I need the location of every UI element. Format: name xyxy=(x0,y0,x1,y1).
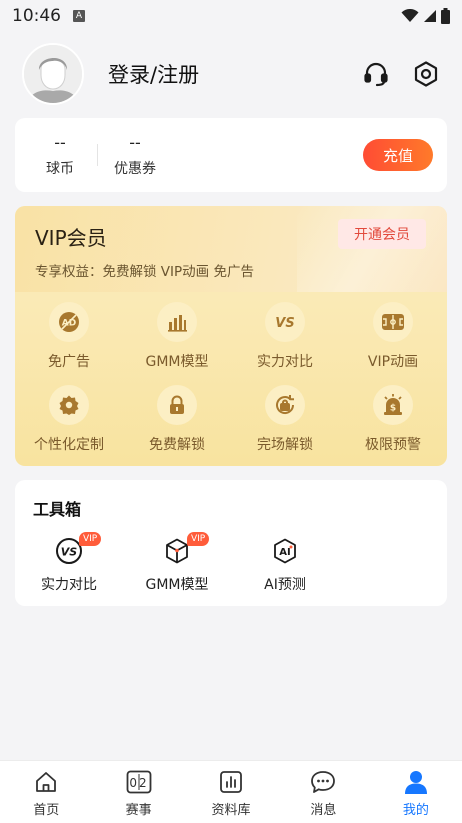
perk-strength-compare[interactable]: VS 实力对比 xyxy=(231,302,339,371)
ai-icon: AI xyxy=(270,536,300,566)
vip-badge: VIP xyxy=(79,532,102,546)
database-icon xyxy=(218,769,244,795)
tool-label: GMM模型 xyxy=(145,577,209,593)
coins-label: 球币 xyxy=(46,161,74,177)
coupon-value: -- xyxy=(129,133,141,152)
coins-value: -- xyxy=(54,133,66,152)
vip-card: VIP会员 专享权益：免费解锁 VIP动画 免广告 开通会员 AD 免广告 GM… xyxy=(15,206,447,466)
field-icon xyxy=(373,302,413,342)
status-icons xyxy=(401,8,450,24)
notification-icon: A xyxy=(73,10,85,22)
no-ad-icon: AD xyxy=(49,302,89,342)
svg-text:AI: AI xyxy=(279,547,290,558)
bottom-tab-bar: 首页 02 赛事 资料库 消息 我的 xyxy=(0,760,462,823)
wifi-icon xyxy=(401,9,419,22)
perk-label: 个性化定制 xyxy=(34,437,104,453)
perk-no-ads[interactable]: AD 免广告 xyxy=(15,302,123,371)
score-icon: 02 xyxy=(126,769,152,795)
chart-icon xyxy=(157,302,197,342)
unlock-rotate-icon xyxy=(265,385,305,425)
toolbox-card: 工具箱 VS VIP 实力对比 VIP GMM模型 AI AI预测 xyxy=(15,480,447,606)
coupon-label: 优惠券 xyxy=(114,161,156,177)
login-register-link[interactable]: 登录/注册 xyxy=(108,59,199,89)
perk-free-unlock[interactable]: 免费解锁 xyxy=(123,385,231,454)
tab-database[interactable]: 资料库 xyxy=(185,761,277,823)
tool-label: 实力对比 xyxy=(41,577,97,593)
recharge-button[interactable]: 充值 xyxy=(363,139,433,171)
settings-icon[interactable] xyxy=(412,60,440,88)
tab-label: 首页 xyxy=(33,803,60,818)
perk-customization[interactable]: 个性化定制 xyxy=(15,385,123,454)
perk-label: 极限预警 xyxy=(365,437,421,453)
alarm-icon: $ xyxy=(373,385,413,425)
tool-gmm-model[interactable]: VIP GMM模型 xyxy=(123,532,231,594)
perk-label: 免广告 xyxy=(48,354,90,370)
coupon-stat[interactable]: -- 优惠券 xyxy=(114,132,156,178)
svg-text:VS: VS xyxy=(275,316,294,331)
perk-vip-animation[interactable]: VIP动画 xyxy=(339,302,447,371)
user-icon xyxy=(403,769,429,795)
tool-label: AI预测 xyxy=(264,577,306,593)
tab-home[interactable]: 首页 xyxy=(0,761,92,823)
perk-gmm-model[interactable]: GMM模型 xyxy=(123,302,231,371)
vip-perks: AD 免广告 GMM模型 VS 实力对比 VIP动画 个性化定制 免费解锁 完场… xyxy=(15,302,447,454)
tab-matches[interactable]: 02 赛事 xyxy=(92,761,184,823)
tool-strength-compare[interactable]: VS VIP 实力对比 xyxy=(15,532,123,594)
coins-stat[interactable]: -- 球币 xyxy=(39,132,81,178)
perk-finish-unlock[interactable]: 完场解锁 xyxy=(231,385,339,454)
open-vip-button[interactable]: 开通会员 xyxy=(338,219,426,249)
home-icon xyxy=(33,769,59,795)
status-time: 10:46 xyxy=(12,6,61,26)
headset-icon[interactable] xyxy=(362,60,390,88)
divider xyxy=(97,144,98,166)
tool-ai-prediction[interactable]: AI AI预测 xyxy=(231,536,339,594)
message-icon xyxy=(310,769,336,795)
vip-badge: VIP xyxy=(187,532,210,546)
toolbox-tools: VS VIP 实力对比 VIP GMM模型 AI AI预测 xyxy=(15,532,339,594)
tab-label: 消息 xyxy=(310,803,337,818)
perk-label: VIP动画 xyxy=(367,354,419,370)
svg-text:VS: VS xyxy=(61,546,78,559)
toolbox-title: 工具箱 xyxy=(33,500,82,519)
status-bar: 10:46 A xyxy=(0,0,462,32)
vs-icon: VS xyxy=(265,302,305,342)
perk-label: GMM模型 xyxy=(145,354,209,370)
tab-messages[interactable]: 消息 xyxy=(277,761,369,823)
battery-icon xyxy=(441,8,450,24)
tab-mine[interactable]: 我的 xyxy=(370,761,462,823)
perk-label: 完场解锁 xyxy=(257,437,313,453)
signal-icon xyxy=(424,10,436,22)
tab-label: 赛事 xyxy=(125,803,152,818)
tab-label: 资料库 xyxy=(211,803,251,818)
gear-icon xyxy=(49,385,89,425)
lock-icon xyxy=(157,385,197,425)
vip-subtitle: 专享权益：免费解锁 VIP动画 免广告 xyxy=(35,264,254,280)
profile-header: 登录/注册 xyxy=(0,36,462,112)
avatar[interactable] xyxy=(22,43,84,105)
perk-label: 免费解锁 xyxy=(149,437,205,453)
vip-title: VIP会员 xyxy=(35,226,107,250)
tab-label: 我的 xyxy=(402,803,429,818)
perk-limit-alert[interactable]: $ 极限预警 xyxy=(339,385,447,454)
perk-label: 实力对比 xyxy=(257,354,313,370)
svg-text:$: $ xyxy=(390,404,396,414)
wallet-card: -- 球币 -- 优惠券 充值 xyxy=(15,118,447,192)
